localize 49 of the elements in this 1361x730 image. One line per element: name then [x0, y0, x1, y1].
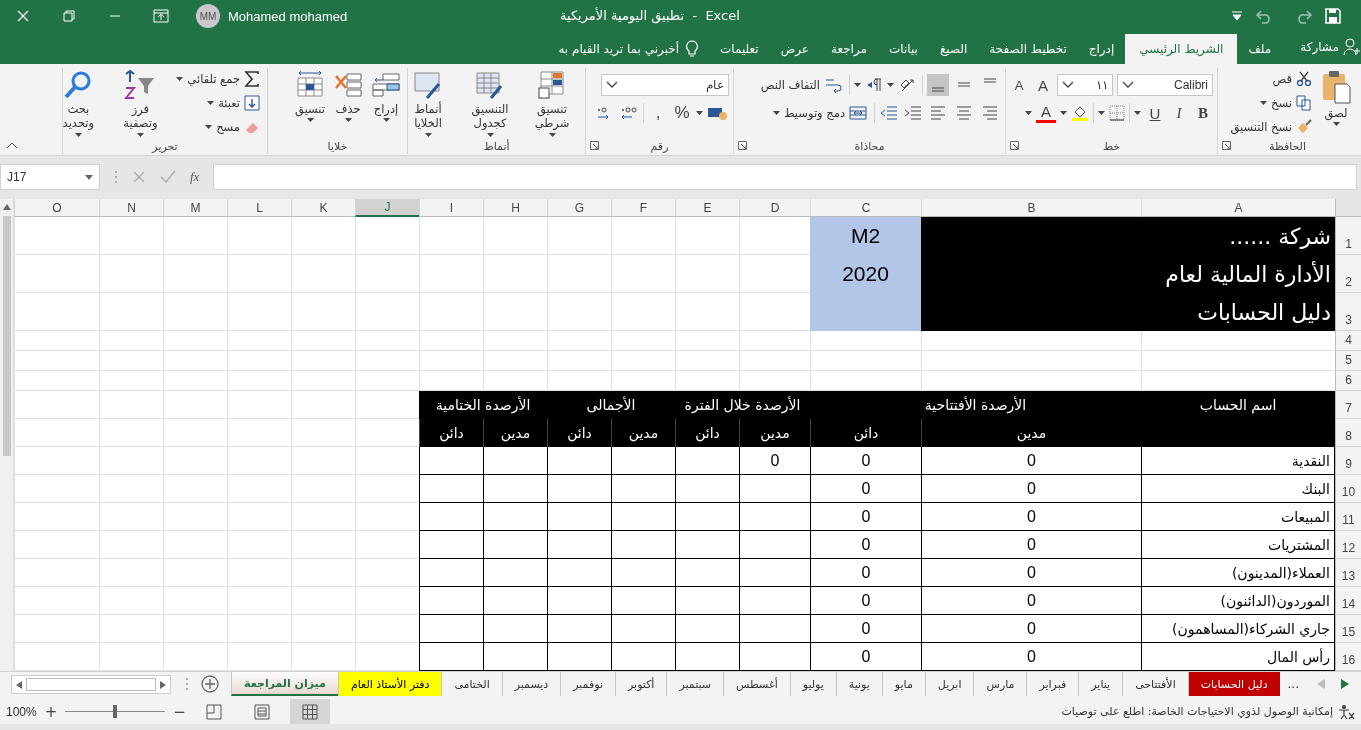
header-cell-text: الأرصدة الأفتتاحية — [923, 395, 1028, 416]
header-cell: دائن — [547, 419, 611, 447]
header-cell-text: الأجمالى — [585, 395, 637, 415]
title-text: الأدارة المالية لعام — [1164, 260, 1332, 289]
table-cell: 0 — [810, 447, 921, 475]
group-label: رقم — [650, 139, 669, 153]
header-cell: مدين — [483, 419, 547, 447]
table-cell: المبيعات — [1141, 503, 1335, 531]
title-text: دليل الحسابات — [1196, 298, 1332, 327]
table-cell: النقدية — [1141, 447, 1335, 475]
group-label: محاذاة — [854, 139, 885, 153]
table-cell: الموردون(الدائنون) — [1141, 587, 1335, 615]
table-cell: 0 — [739, 447, 810, 475]
table-cell: 0 — [810, 587, 921, 615]
table-cell: جاري الشركاء(المساهمون) — [1141, 615, 1335, 643]
table-cell: 0 — [921, 587, 1141, 615]
window-title: تطبيق اليومية الأمريكية - Excel — [560, 8, 740, 23]
group-label: أنماط — [483, 139, 510, 153]
table-cell: العملاء(المدينون) — [1141, 559, 1335, 587]
title-text: شركة ...... — [1228, 222, 1332, 251]
group-label: تحرير — [152, 139, 178, 153]
table-cell: 0 — [810, 559, 921, 587]
table-cell: 0 — [810, 475, 921, 503]
header-cell: مدين — [739, 419, 810, 447]
header-cell: مدين — [611, 419, 675, 447]
table-cell: 0 — [921, 531, 1141, 559]
group-label: خط — [1102, 139, 1121, 153]
table-cell: 0 — [921, 559, 1141, 587]
group-label: خلايا — [327, 139, 348, 153]
group-label: الحافظة — [1269, 139, 1307, 153]
header-cell: مدين — [921, 419, 1141, 447]
table-cell-text: M2 — [849, 223, 882, 249]
header-cell: دائن — [675, 419, 739, 447]
user-name: Mohamed mohamed — [228, 8, 348, 24]
header-cell-text: اسم الحساب — [1198, 396, 1278, 416]
header-cell: دائن — [810, 419, 921, 447]
table-cell: 0 — [921, 615, 1141, 643]
table-cell: البنك — [1141, 475, 1335, 503]
table-cell: 0 — [921, 503, 1141, 531]
header-cell-text: الأرصدة خلال الفترة — [683, 395, 802, 416]
table-cell: 0 — [810, 615, 921, 643]
table-cell: 0 — [921, 447, 1141, 475]
table-cell-text: 2020 — [841, 261, 890, 287]
table-cell: 0 — [810, 531, 921, 559]
table-cell: المشتريات — [1141, 531, 1335, 559]
header-cell-text: الأرصدة الختامية — [434, 395, 532, 416]
table-cell: 0 — [921, 475, 1141, 503]
header-cell: دائن — [419, 419, 483, 447]
table-cell: 0 — [810, 503, 921, 531]
